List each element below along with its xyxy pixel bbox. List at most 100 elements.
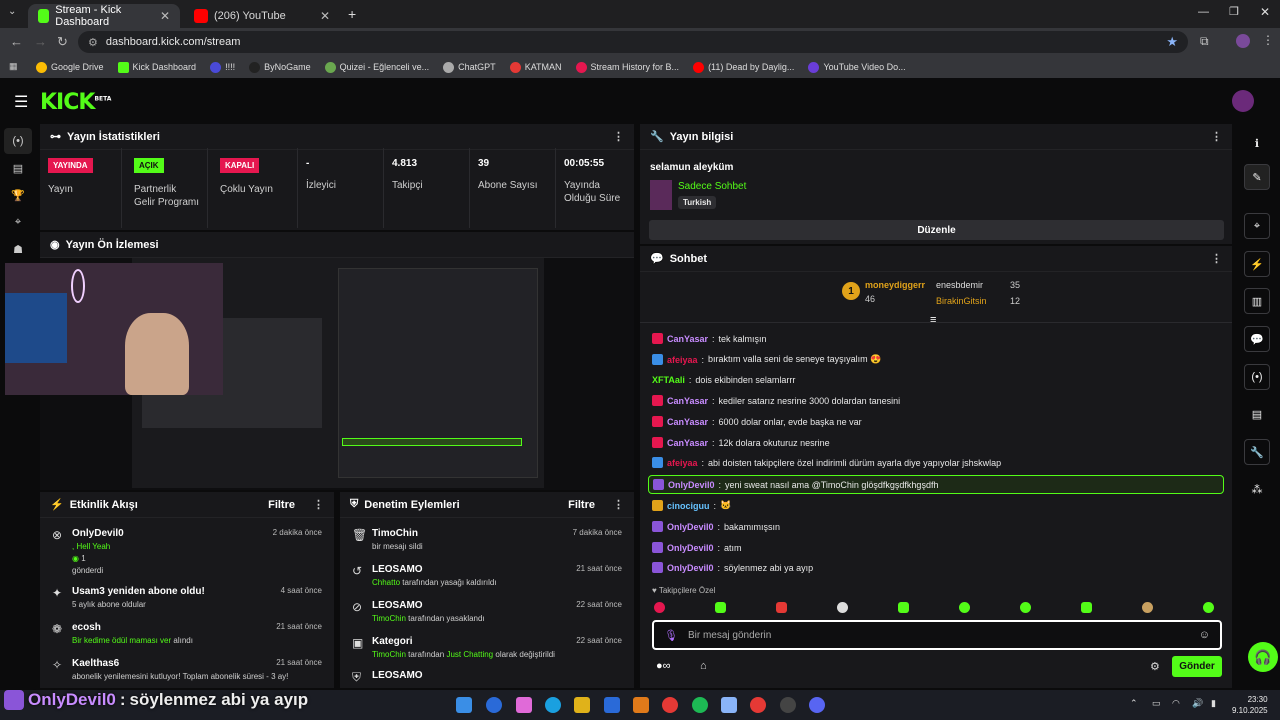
forward-icon[interactable]: → [34,34,47,49]
stream-nav-icon[interactable]: (•) [4,128,32,154]
network-icon[interactable]: ▭ [1152,698,1161,709]
category-name[interactable]: Just Chatting [446,650,493,659]
taskbar-clock[interactable]: 23:30 9.10.2025 [1232,694,1268,716]
chat-username[interactable]: OnlyDevil0 [667,543,714,553]
moderator-name[interactable]: TimoChin [372,614,406,623]
site-info-icon[interactable]: ⚙ [88,36,98,49]
chat-message[interactable]: OnlyDevil0: söylenmez abi ya ayıp [652,562,813,573]
app-icon[interactable] [604,697,620,713]
stats-menu-icon[interactable]: ⋮ [613,130,624,143]
close-window-icon[interactable]: ✕ [1260,5,1270,19]
moderator-name[interactable]: TimoChin [372,650,406,659]
chrome-icon[interactable] [662,697,678,713]
moderation-tool-icon[interactable]: ⌖ [1244,213,1270,239]
wifi-icon[interactable]: ◠ [1172,698,1180,709]
battery-icon[interactable]: ▮ [1211,698,1216,709]
moderation-menu-icon[interactable]: ⋮ [613,498,624,511]
apps-grid-icon[interactable]: ▦ [9,61,18,72]
emote-icon[interactable] [1142,602,1153,613]
chat-message[interactable]: afeiyaa: abi doisten takipçilere özel ind… [652,457,1001,468]
chat-message[interactable]: CanYasar: kediler satarız nesrine 3000 do… [652,395,900,406]
emote-icon[interactable] [654,602,665,613]
chat-message-highlighted[interactable]: OnlyDevil0: yeni sweat nasıl ama @TimoChi… [648,475,1224,494]
support-headset-icon[interactable]: 🎧 [1248,642,1278,672]
lightning-tool-icon[interactable]: ⚡ [1244,251,1270,277]
chat-tool-icon[interactable]: 💬 [1244,326,1270,352]
tab-kick-dashboard[interactable]: Stream - Kick Dashboard ✕ [28,4,180,28]
file-explorer-icon[interactable] [574,697,590,713]
moderator-name[interactable]: Chhatto [372,578,400,587]
back-icon[interactable]: ← [10,34,23,49]
emote-icon[interactable] [1081,602,1092,613]
chat-username[interactable]: afeiyaa [667,355,698,365]
layout-tool-icon[interactable]: ▤ [1244,401,1270,427]
minimize-icon[interactable]: — [1198,6,1209,18]
microphone-icon[interactable]: 🎙 [664,629,678,642]
chat-username[interactable]: CanYasar [667,438,708,448]
wrench-tool-icon[interactable]: 🔧 [1244,439,1270,465]
broadcast-tool-icon[interactable]: (•) [1244,364,1270,390]
discord-icon[interactable] [809,697,825,713]
bookmark-quizei[interactable]: Quizei - Eğlenceli ve... [324,61,429,73]
user-avatar[interactable] [1232,90,1254,112]
chat-username[interactable]: OnlyDevil0 [667,563,714,573]
bookmark-star-icon[interactable]: ★ [1166,34,1178,50]
moderation-nav-icon[interactable]: ⌖ [4,209,32,235]
chat-message[interactable]: afeiyaa: bıraktım valla seni de seneye ta… [652,354,881,365]
bookmark-kick-dashboard[interactable]: Kick Dashboard [117,61,196,73]
chat-username[interactable]: CanYasar [667,334,708,344]
hamburger-menu-icon[interactable]: ☰ [14,92,28,112]
extensions-icon[interactable]: ⧉ [1200,34,1209,49]
emote-icon[interactable] [837,602,848,613]
volume-icon[interactable]: 🔊 [1192,698,1203,709]
info-icon[interactable]: ℹ [1244,130,1270,156]
emote-icon[interactable] [715,602,726,613]
kicks-balance-icon[interactable]: ●∞ [656,660,671,672]
bookmark-dead-by-daylight[interactable]: (11) Dead by Daylig... [693,61,794,73]
chat-username[interactable]: OnlyDevil0 [668,480,715,490]
chrome-icon[interactable] [750,697,766,713]
close-tab-icon[interactable]: ✕ [160,9,170,23]
dashboard-nav-icon[interactable]: ▤ [4,155,32,181]
browser-menu-icon[interactable]: ⋮ [1262,33,1274,47]
obs-icon[interactable] [780,697,796,713]
activity-filter-button[interactable]: Filtre [268,499,295,511]
bookmark-stream-history[interactable]: Stream History for B... [575,61,679,73]
vlc-icon[interactable] [633,697,649,713]
moderation-filter-button[interactable]: Filtre [568,499,595,511]
chat-menu-icon[interactable]: ⋮ [1211,252,1222,265]
address-bar[interactable]: ⚙ dashboard.kick.com/stream ★ [78,31,1188,53]
new-tab-button[interactable]: + [348,6,356,22]
chat-username[interactable]: CanYasar [667,417,708,427]
chat-username[interactable]: CanYasar [667,396,708,406]
bookmark-google-drive[interactable]: Google Drive [36,61,104,73]
bookmark-chatgpt[interactable]: ChatGPT [443,61,496,73]
bookmark-exclaim[interactable]: !!!! [210,61,235,73]
community-tool-icon[interactable]: ⁂ [1244,476,1270,502]
info-menu-icon[interactable]: ⋮ [1211,130,1222,143]
edit-icon[interactable]: ✎ [1244,164,1270,190]
emote-icon[interactable] [1203,602,1214,613]
reload-icon[interactable]: ↻ [57,34,68,50]
gifter-name[interactable]: enesbdemir [936,280,983,290]
emote-icon[interactable] [1020,602,1031,613]
category-link[interactable]: Sadece Sohbet [678,181,746,192]
chat-username[interactable]: XFTAali [652,375,685,385]
app-icon[interactable] [486,697,502,713]
bookmark-youtube-video[interactable]: YouTube Video Do... [808,61,906,73]
chat-message[interactable]: CanYasar:12k dolara okuturuz nesrine [652,437,830,448]
app-icon[interactable] [721,697,737,713]
chat-settings-icon[interactable]: ⚙ [1150,660,1160,673]
moderation-user[interactable]: LEOSAMO [372,670,622,681]
chat-message[interactable]: CanYasar: tek kalmışın [652,333,767,344]
chat-message[interactable]: cinociguu: 🐱 [652,500,731,511]
chat-username[interactable]: afeiyaa [667,458,698,468]
chat-username[interactable]: OnlyDevil0 [667,522,714,532]
top-gifter-name[interactable]: moneydiggerr [865,280,925,290]
profile-avatar[interactable] [1236,34,1250,48]
users-nav-icon[interactable]: ☗ [4,236,32,262]
activity-menu-icon[interactable]: ⋮ [313,498,324,511]
emote-icon[interactable] [959,602,970,613]
clipboard-tool-icon[interactable]: ▥ [1244,288,1270,314]
edge-icon[interactable] [545,697,561,713]
